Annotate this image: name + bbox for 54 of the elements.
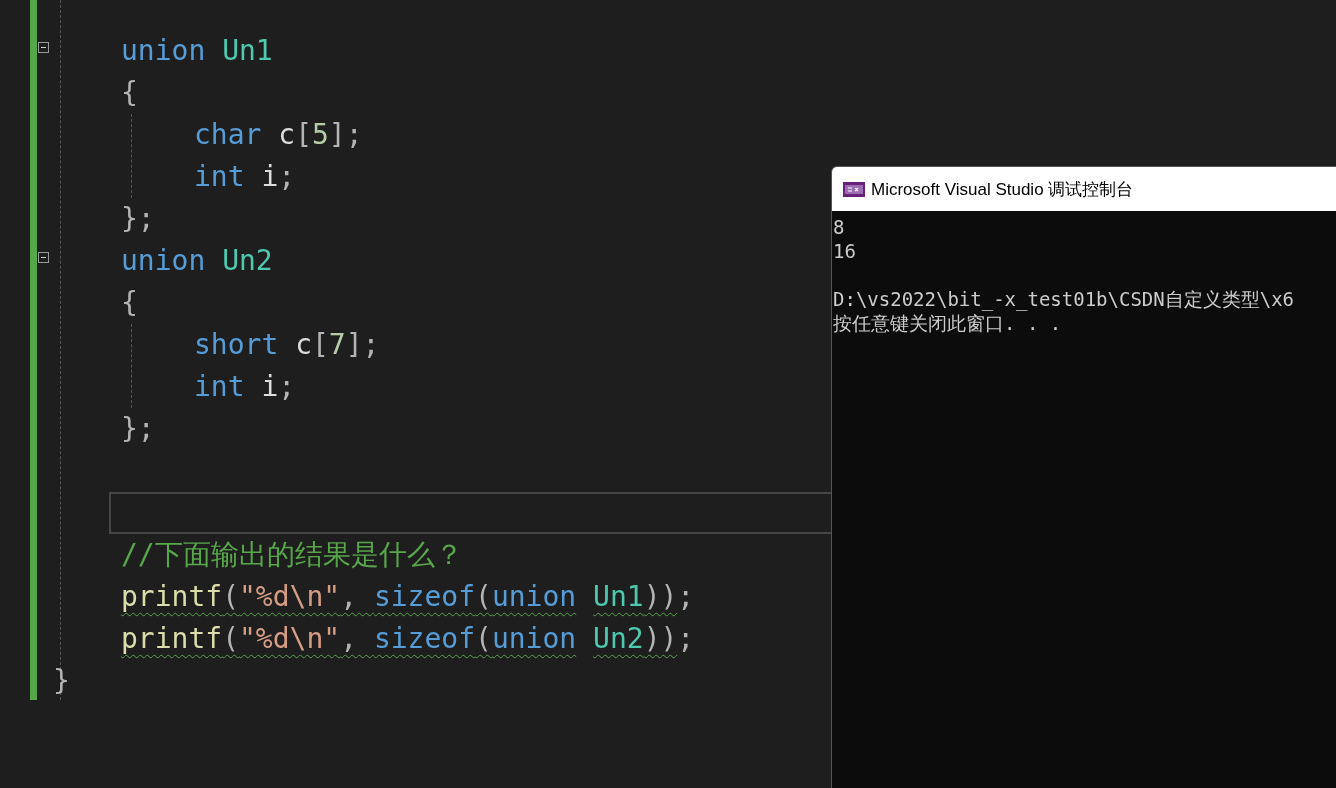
- identifier-text: c: [294, 328, 312, 361]
- punctuation-text: };: [121, 412, 155, 445]
- keyword-text: union: [491, 622, 577, 655]
- punctuation-text: (: [475, 622, 492, 655]
- punctuation-text: ,: [340, 622, 359, 655]
- function-name-text: printf: [121, 622, 223, 655]
- keyword-text: union: [121, 244, 206, 277]
- punctuation-text: ;: [677, 580, 695, 613]
- punctuation-text: [: [312, 328, 329, 361]
- function-name-text: printf: [121, 580, 223, 613]
- punctuation-text: )): [643, 622, 678, 655]
- identifier-text: c: [277, 118, 296, 151]
- type-name-text: Un1: [221, 34, 273, 67]
- punctuation-text: ;: [278, 370, 296, 403]
- punctuation-text: (: [222, 622, 239, 655]
- punctuation-text: ];: [328, 118, 363, 151]
- keyword-text: int: [194, 160, 245, 193]
- keyword-text: char: [194, 118, 262, 151]
- console-title: Microsoft Visual Studio 调试控制台: [871, 178, 1134, 201]
- keyword-text: union: [121, 34, 206, 67]
- punctuation-text: ,: [340, 580, 359, 613]
- console-app-icon: [843, 181, 865, 197]
- punctuation-text: )): [643, 580, 678, 613]
- console-output-line: 按任意键关闭此窗口. . .: [833, 311, 1063, 335]
- keyword-text: sizeof: [373, 580, 476, 613]
- punctuation-text: }: [53, 664, 70, 697]
- identifier-text: i: [260, 370, 279, 403]
- type-name-text: Un1: [592, 580, 644, 613]
- string-literal-text: "%d\n": [239, 580, 341, 613]
- string-literal-text: "%d\n": [239, 622, 341, 655]
- punctuation-text: [: [295, 118, 312, 151]
- identifier-text: i: [260, 160, 279, 193]
- keyword-text: short: [194, 328, 279, 361]
- punctuation-text: (: [475, 580, 492, 613]
- punctuation-text: };: [121, 202, 155, 235]
- number-text: 7: [328, 328, 346, 361]
- keyword-text: int: [194, 370, 245, 403]
- console-output-line: D:\vs2022\bit_-x_test01b\CSDN自定义类型\x6: [833, 287, 1296, 311]
- console-output-line: 16: [833, 239, 857, 263]
- number-text: 5: [312, 118, 329, 151]
- punctuation-text: {: [121, 286, 138, 319]
- punctuation-text: ];: [345, 328, 380, 361]
- punctuation-text: ;: [677, 622, 695, 655]
- comment-text: //下面输出的结果是什么？: [121, 538, 463, 571]
- keyword-text: union: [491, 580, 577, 613]
- punctuation-text: (: [222, 580, 239, 613]
- keyword-text: sizeof: [373, 622, 476, 655]
- type-name-text: Un2: [221, 244, 273, 277]
- punctuation-text: {: [121, 76, 138, 109]
- console-output-line: 8: [833, 215, 846, 239]
- type-name-text: Un2: [592, 622, 644, 655]
- collapse-icon[interactable]: [38, 252, 49, 263]
- collapse-icon[interactable]: [38, 42, 49, 53]
- punctuation-text: ;: [278, 160, 296, 193]
